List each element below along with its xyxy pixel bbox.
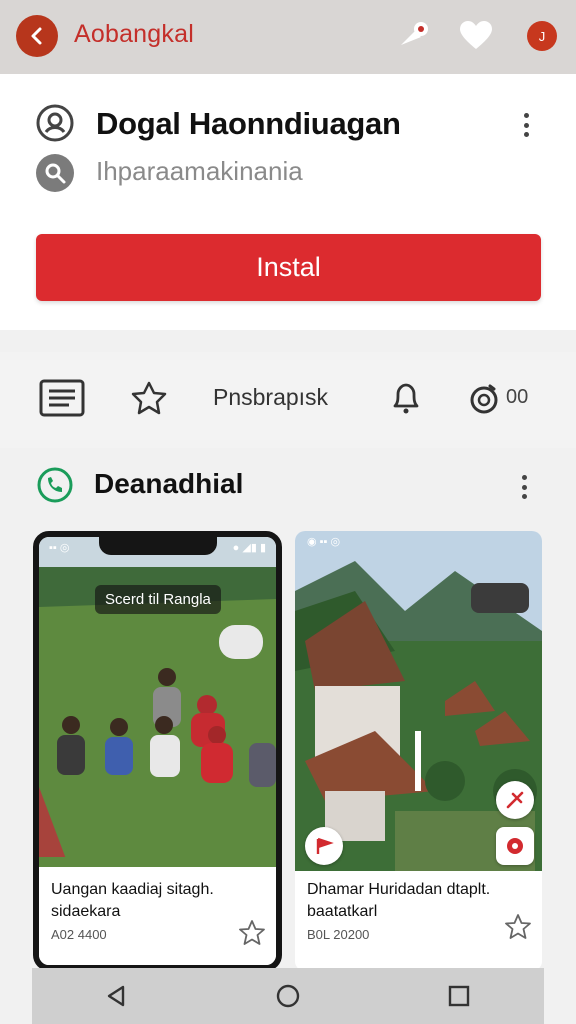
timer-icon — [470, 384, 498, 414]
favorite-button[interactable] — [456, 16, 496, 56]
phone-icon — [37, 467, 73, 503]
nav-home-button[interactable] — [268, 976, 308, 1016]
app-bar-title: Aobangkal — [74, 20, 194, 48]
star-icon[interactable] — [504, 913, 532, 941]
app-subtitle: Ihparaamakinania — [96, 156, 303, 186]
screenshot-card[interactable]: ▪▪ ◎ ● ◢▮ ▮ Scerd til Rangla Uangan kaadi… — [33, 531, 282, 971]
section-title: Deanadhial — [94, 468, 244, 499]
app-name: Dogal Haonndiuagan — [96, 106, 401, 141]
more-vert-icon — [523, 113, 529, 118]
app-logo-icon — [36, 104, 74, 142]
photo-overlay-label: Scerd til Rangla — [95, 585, 221, 614]
list-icon — [39, 379, 85, 417]
card-caption-line2: sidaekara — [51, 903, 121, 920]
share-icon — [506, 791, 524, 809]
timer-count: 00 — [506, 386, 529, 408]
circle-home-icon — [276, 984, 300, 1008]
heart-icon — [460, 21, 492, 49]
star-icon — [131, 381, 167, 415]
back-button[interactable] — [16, 15, 58, 57]
list-button[interactable] — [38, 374, 86, 422]
nav-back-button[interactable] — [97, 976, 137, 1016]
share-button[interactable] — [394, 16, 434, 56]
phone-status-bar: ▪▪ ◎ ● ◢▮ ▮ — [49, 542, 266, 554]
avatar — [471, 583, 529, 613]
flag-button[interactable] — [305, 827, 343, 865]
toolbar-label[interactable]: Pnsbrapısk — [213, 384, 328, 411]
chevron-left-icon — [31, 27, 42, 45]
install-button[interactable]: Instal — [36, 234, 541, 301]
svg-text:J: J — [539, 29, 546, 44]
timer-button[interactable] — [466, 374, 502, 422]
more-vert-icon — [521, 475, 527, 480]
tag-button[interactable] — [496, 827, 534, 865]
search-icon — [45, 163, 66, 184]
card-meta: A02 4400 — [51, 927, 107, 942]
top-app-bar: Aobangkal J — [0, 0, 576, 74]
notifications-button[interactable] — [384, 374, 428, 422]
avatar — [219, 625, 263, 659]
system-nav-bar — [32, 968, 544, 1024]
bell-icon — [393, 383, 419, 414]
photo-status-bar: ◉ ▪▪ ◎ — [307, 536, 341, 548]
tag-icon — [507, 838, 523, 854]
card-caption-line2: baatatkarl — [307, 903, 378, 920]
app-more-button[interactable] — [516, 110, 536, 140]
card-caption-line1: Uangan kaadiaj sitagh. — [51, 881, 214, 898]
profile-button[interactable]: J — [522, 16, 562, 56]
search-button[interactable] — [36, 154, 74, 192]
nav-recents-button[interactable] — [439, 976, 479, 1016]
square-recents-icon — [448, 985, 469, 1007]
screenshot-card[interactable]: ◉ ▪▪ ◎ Dhamar Huridadan dtaplt. baatatka… — [295, 531, 542, 971]
profile-icon: J — [527, 21, 557, 51]
flag-icon — [316, 837, 334, 854]
share-icon — [401, 22, 428, 45]
section-more-button[interactable] — [514, 472, 534, 502]
card-meta: B0L 20200 — [307, 927, 370, 942]
card-caption-line1: Dhamar Huridadan dtaplt. — [307, 881, 491, 898]
triangle-back-icon — [108, 985, 125, 1007]
share-button[interactable] — [496, 781, 534, 819]
star-icon[interactable] — [238, 919, 266, 947]
village-photo — [295, 531, 542, 871]
rate-button[interactable] — [128, 374, 170, 422]
